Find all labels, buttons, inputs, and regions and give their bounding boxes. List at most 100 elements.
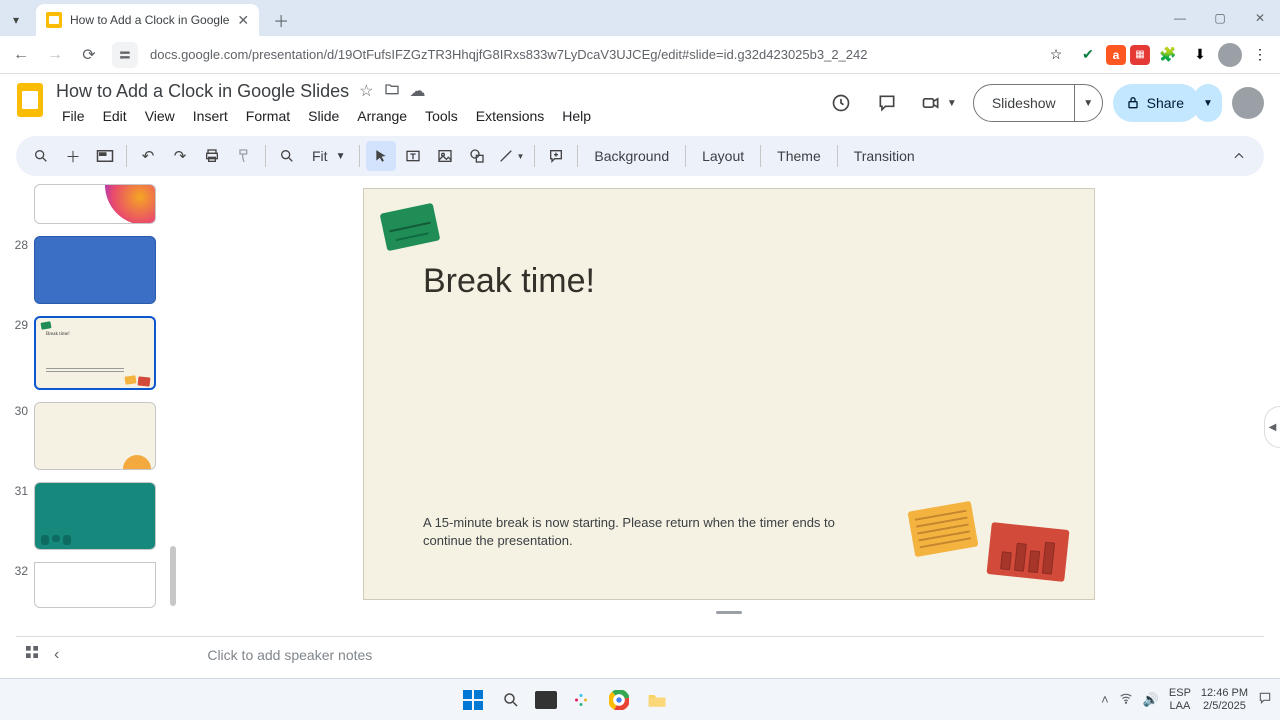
menu-file[interactable]: File bbox=[56, 106, 91, 126]
slide-yellow-card-graphic[interactable] bbox=[907, 501, 978, 557]
grid-view-icon[interactable] bbox=[24, 644, 40, 665]
window-minimize[interactable]: — bbox=[1160, 4, 1200, 32]
zoom-select[interactable]: Fit ▼ bbox=[304, 148, 353, 164]
downloads-icon[interactable]: ⬇ bbox=[1186, 41, 1214, 69]
window-controls: — ▢ ✕ bbox=[1160, 0, 1280, 36]
background-button[interactable]: Background bbox=[584, 148, 679, 164]
thumb-number-32: 32 bbox=[8, 562, 28, 578]
comments-icon[interactable] bbox=[869, 85, 905, 121]
select-tool[interactable] bbox=[366, 141, 396, 171]
nav-back-button[interactable]: ← bbox=[6, 40, 36, 70]
filmstrip-collapse-icon[interactable]: ‹ bbox=[54, 646, 59, 664]
document-title[interactable]: How to Add a Clock in Google Slides bbox=[56, 81, 349, 102]
tray-wifi-icon[interactable] bbox=[1119, 691, 1133, 708]
nav-forward-button[interactable]: → bbox=[40, 40, 70, 70]
version-history-icon[interactable] bbox=[823, 85, 859, 121]
site-info-button[interactable] bbox=[112, 42, 138, 68]
slide-body-text[interactable]: A 15-minute break is now starting. Pleas… bbox=[423, 514, 875, 550]
slide-title-text[interactable]: Break time! bbox=[423, 262, 595, 301]
menu-help[interactable]: Help bbox=[556, 106, 597, 126]
slide-red-card-graphic[interactable] bbox=[986, 522, 1069, 582]
filmstrip-scrollbar[interactable] bbox=[170, 546, 176, 606]
tray-volume-icon[interactable]: 🔊 bbox=[1143, 692, 1159, 708]
ext-red-square-icon[interactable]: ▦ bbox=[1130, 45, 1150, 65]
share-dropdown[interactable]: ▼ bbox=[1194, 84, 1222, 122]
taskbar-search-icon[interactable] bbox=[497, 686, 525, 714]
menu-view[interactable]: View bbox=[139, 106, 181, 126]
print-button[interactable] bbox=[197, 141, 227, 171]
tray-language[interactable]: ESP LAA bbox=[1169, 687, 1191, 711]
slide-thumb-31[interactable] bbox=[34, 482, 156, 550]
tab-close-icon[interactable]: ✕ bbox=[237, 12, 249, 29]
search-menus-icon[interactable] bbox=[26, 141, 56, 171]
slides-logo[interactable] bbox=[12, 78, 48, 122]
comment-add-button[interactable] bbox=[541, 141, 571, 171]
slideshow-button[interactable]: Slideshow bbox=[974, 85, 1074, 121]
collapse-toolbar-icon[interactable] bbox=[1224, 141, 1254, 171]
toolbar: ＋ ↶ ↷ Fit ▼ ▼ Background Layout Theme bbox=[16, 136, 1264, 176]
menu-tools[interactable]: Tools bbox=[419, 106, 464, 126]
app-header: How to Add a Clock in Google Slides ☆ ☁ … bbox=[0, 74, 1280, 130]
menu-arrange[interactable]: Arrange bbox=[351, 106, 413, 126]
taskbar-app-slack[interactable] bbox=[567, 686, 595, 714]
taskbar-app-chrome[interactable] bbox=[605, 686, 633, 714]
slide-thumb-28[interactable] bbox=[34, 236, 156, 304]
slide-green-card-graphic[interactable] bbox=[380, 203, 441, 251]
side-panel-toggle[interactable]: ◀ bbox=[1264, 406, 1280, 448]
canvas-area[interactable]: ➤ Break time! A 15-minute break is now s… bbox=[178, 176, 1280, 636]
share-button[interactable]: Share bbox=[1113, 84, 1200, 122]
chrome-menu-icon[interactable]: ⋮ bbox=[1246, 41, 1274, 69]
slide-thumb-27-partial[interactable] bbox=[34, 184, 156, 224]
undo-button[interactable]: ↶ bbox=[133, 141, 163, 171]
browser-tab-active[interactable]: How to Add a Clock in Google ✕ bbox=[36, 4, 259, 36]
slide-thumb-29[interactable]: Break time! bbox=[34, 316, 156, 390]
ext-orange-a-icon[interactable]: a bbox=[1106, 45, 1126, 65]
window-close[interactable]: ✕ bbox=[1240, 4, 1280, 32]
zoom-button[interactable] bbox=[272, 141, 302, 171]
textbox-tool[interactable] bbox=[398, 141, 428, 171]
new-slide-with-layout-button[interactable] bbox=[90, 141, 120, 171]
menu-slide[interactable]: Slide bbox=[302, 106, 345, 126]
transition-button[interactable]: Transition bbox=[844, 148, 925, 164]
move-folder-icon[interactable] bbox=[384, 81, 400, 102]
tray-clock[interactable]: 12:46 PM 2/5/2025 bbox=[1201, 687, 1248, 711]
new-slide-button[interactable]: ＋ bbox=[58, 141, 88, 171]
slide-thumb-32-partial[interactable] bbox=[34, 562, 156, 608]
speaker-notes-input[interactable]: Click to add speaker notes bbox=[67, 647, 1264, 663]
new-tab-button[interactable]: ＋ bbox=[267, 6, 295, 34]
extensions-puzzle-icon[interactable]: 🧩 bbox=[1154, 41, 1182, 69]
meet-button[interactable]: ▼ bbox=[915, 85, 963, 121]
shape-tool[interactable] bbox=[462, 141, 492, 171]
taskbar-app-explorer[interactable] bbox=[643, 686, 671, 714]
ext-checkmark-icon[interactable]: ✔ bbox=[1074, 41, 1102, 69]
tray-notifications-icon[interactable] bbox=[1258, 691, 1272, 708]
slideshow-dropdown[interactable]: ▼ bbox=[1074, 85, 1102, 121]
main-area: 28 29 Break time! 30 31 bbox=[0, 176, 1280, 636]
window-maximize[interactable]: ▢ bbox=[1200, 4, 1240, 32]
layout-button[interactable]: Layout bbox=[692, 148, 754, 164]
filmstrip[interactable]: 28 29 Break time! 30 31 bbox=[0, 176, 178, 636]
redo-button[interactable]: ↷ bbox=[165, 141, 195, 171]
menu-insert[interactable]: Insert bbox=[187, 106, 234, 126]
notes-resize-handle[interactable] bbox=[716, 611, 742, 614]
theme-button[interactable]: Theme bbox=[767, 148, 831, 164]
star-icon[interactable]: ☆ bbox=[359, 81, 373, 101]
tab-search-dropdown[interactable]: ▾ bbox=[0, 4, 32, 36]
task-view-icon[interactable] bbox=[535, 691, 557, 709]
menu-edit[interactable]: Edit bbox=[97, 106, 133, 126]
slide-thumb-30[interactable] bbox=[34, 402, 156, 470]
paint-format-button[interactable] bbox=[229, 141, 259, 171]
slide-canvas[interactable]: Break time! A 15-minute break is now sta… bbox=[363, 188, 1095, 600]
account-avatar[interactable] bbox=[1232, 87, 1264, 119]
tray-chevron-icon[interactable]: ˄ bbox=[1101, 692, 1109, 707]
menu-format[interactable]: Format bbox=[240, 106, 296, 126]
image-tool[interactable] bbox=[430, 141, 460, 171]
start-button[interactable] bbox=[459, 686, 487, 714]
nav-reload-button[interactable]: ⟳ bbox=[74, 40, 104, 70]
url-text[interactable]: docs.google.com/presentation/d/19OtFufsI… bbox=[146, 47, 1038, 62]
star-bookmark-icon[interactable]: ☆ bbox=[1042, 41, 1070, 69]
cloud-status-icon[interactable]: ☁ bbox=[410, 81, 426, 101]
line-tool[interactable]: ▼ bbox=[494, 141, 528, 171]
menu-extensions[interactable]: Extensions bbox=[470, 106, 550, 126]
profile-avatar-small[interactable] bbox=[1218, 43, 1242, 67]
